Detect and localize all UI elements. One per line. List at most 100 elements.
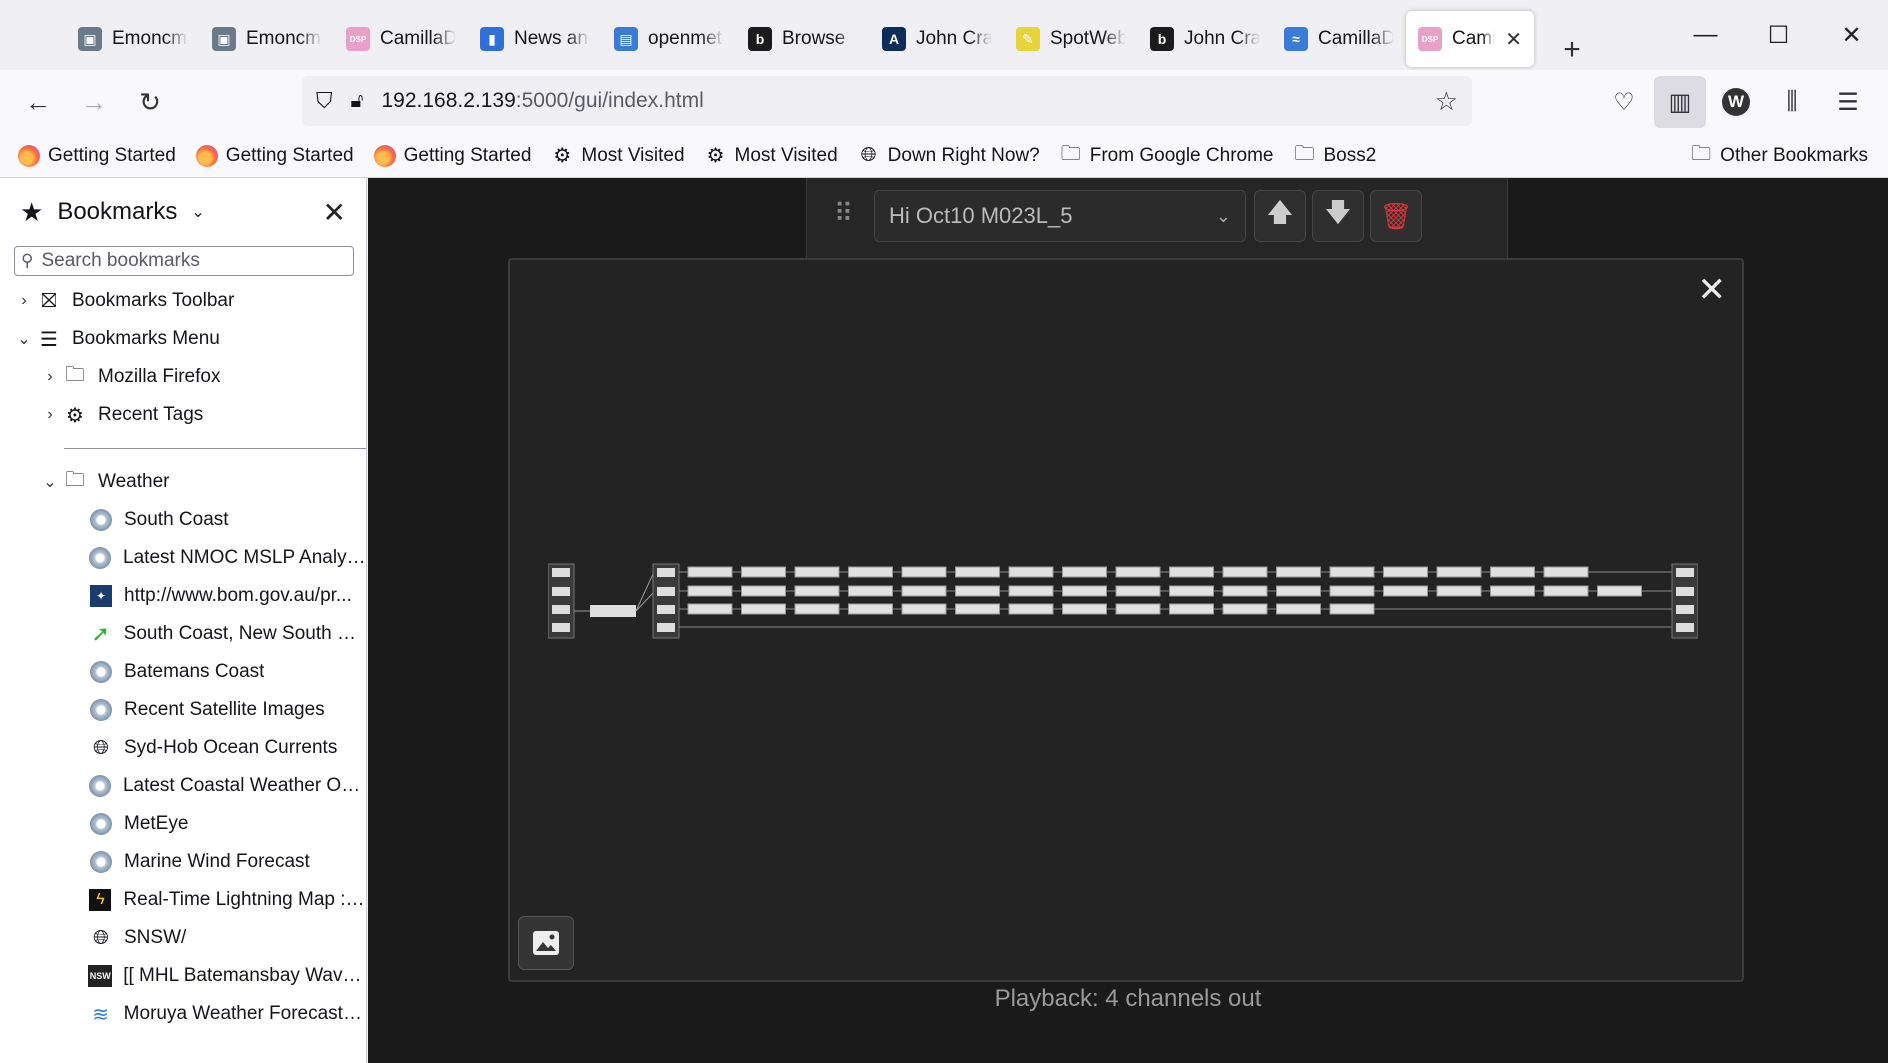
chevron-down-icon[interactable]: ⌄ <box>191 202 204 222</box>
save-image-button[interactable] <box>518 916 574 970</box>
new-tab-button[interactable]: + <box>1552 30 1592 70</box>
insecure-lock-icon[interactable]: 🔓︎ <box>351 90 364 113</box>
weather-bookmark-12[interactable]: NSW [[ MHL Batemansbay Wave ... <box>0 957 366 995</box>
bookmark-toolbar-item[interactable]: 🌐︎ Down Right Now? <box>858 144 1040 167</box>
tab-0[interactable]: ▣ Emoncms <box>66 11 200 67</box>
weather-bookmark-11[interactable]: 🌐︎ SNSW/ <box>0 919 366 957</box>
tab-favicon-icon: ▣ <box>78 27 102 51</box>
bookmark-toolbar-item[interactable]: 🗀 From Google Chrome <box>1060 143 1274 167</box>
filter-node <box>1276 566 1321 578</box>
tab-3[interactable]: ▮ News and <box>468 11 602 67</box>
weather-bookmark-6[interactable]: 🌐︎ Syd-Hob Ocean Currents <box>0 729 366 767</box>
bookmark-toolbar-item[interactable]: Getting Started <box>373 144 531 167</box>
chevron-right-icon[interactable]: › <box>38 368 62 386</box>
tab-9[interactable]: ≈ CamillaDSP <box>1272 11 1406 67</box>
bookmark-label: South Coast <box>124 509 229 530</box>
weather-bookmark-5[interactable]: Recent Satellite Images <box>0 691 366 729</box>
weather-bookmark-3[interactable]: ➚ South Coast, New South W... <box>0 615 366 653</box>
bookmark-toolbar-item[interactable]: 🗀 Boss2 <box>1293 143 1376 167</box>
close-tab-icon[interactable]: ✕ <box>1505 27 1522 52</box>
extension-w-icon[interactable]: W <box>1710 76 1762 128</box>
chevron-right-icon[interactable]: › <box>12 292 36 310</box>
tab-10[interactable]: DSP CamillaDSP ✕ <box>1406 11 1534 67</box>
weather-bookmark-9[interactable]: Marine Wind Forecast <box>0 843 366 881</box>
search-bookmarks-input[interactable]: ⚲ Search bookmarks <box>14 246 354 276</box>
page-content: ⠿ Hi Oct10 M023L_5 ⌄ 🡅 🡇 🗑︎ ✕ Playback: … <box>368 178 1888 1063</box>
tab-favicon-icon: ▣ <box>212 27 236 51</box>
tab-title: John Cra <box>1184 28 1260 49</box>
forward-button[interactable]: → <box>66 74 122 130</box>
move-up-button[interactable]: 🡅 <box>1254 190 1306 242</box>
tab-title: Browse <box>782 28 846 49</box>
filter-node <box>1436 566 1482 578</box>
bookmark-label: MetEye <box>124 813 189 834</box>
sidebar-toggle-icon[interactable]: ▥ <box>1654 76 1706 128</box>
bookmark-toolbar-item[interactable]: Getting Started <box>195 144 354 167</box>
weather-bookmark-8[interactable]: MetEye <box>0 805 366 843</box>
tree-folder-weather[interactable]: ⌄ 🗀 Weather <box>0 463 366 501</box>
tab-5[interactable]: b Browse <box>736 11 870 67</box>
playback-channel <box>1676 568 1694 577</box>
filter-node <box>901 585 947 597</box>
bookmark-toolbar-item[interactable]: Getting Started <box>18 144 176 167</box>
bom-icon <box>88 697 114 723</box>
filter-node <box>1222 566 1268 578</box>
weather-bookmark-7[interactable]: Latest Coastal Weather Obs... <box>0 767 366 805</box>
tab-1[interactable]: ▣ Emoncms <box>200 11 334 67</box>
tree-item-2[interactable]: › 🗀 Mozilla Firefox <box>0 358 366 396</box>
star-box-icon: ⛝ <box>41 289 57 312</box>
weather-bookmark-10[interactable]: ϟ Real-Time Lightning Map :: ... <box>0 881 366 919</box>
tab-4[interactable]: ▤ openmeteo <box>602 11 736 67</box>
shield-icon[interactable]: ⛉ <box>316 88 333 114</box>
bookmark-star-icon[interactable]: ☆ <box>1435 86 1458 117</box>
chevron-down-icon[interactable]: ⌄ <box>38 472 62 492</box>
menu-icon[interactable]: ☰ <box>1822 76 1874 128</box>
library-icon[interactable]: ⫼ <box>1766 76 1818 128</box>
tree-item-0[interactable]: › ⛝ Bookmarks Toolbar <box>0 282 366 320</box>
weather-bookmark-1[interactable]: Latest NMOC MSLP Analysi... <box>0 539 366 577</box>
chevron-down-icon[interactable]: ⌄ <box>12 329 36 349</box>
tree-item-3[interactable]: › ⚙ Recent Tags <box>0 396 366 434</box>
bom-crest-icon: ✦ <box>88 583 114 609</box>
other-bookmarks[interactable]: 🗀 Other Bookmarks <box>1690 142 1868 167</box>
filter-node <box>794 566 840 578</box>
weather-bookmark-0[interactable]: South Coast <box>0 501 366 539</box>
pocket-icon[interactable]: ♡ <box>1598 76 1650 128</box>
tab-8[interactable]: b John Cra <box>1138 11 1272 67</box>
drag-handle-icon[interactable]: ⠿ <box>834 198 853 229</box>
weather-bookmark-13[interactable]: ≋ Moruya Weather Forecast, ... <box>0 995 366 1033</box>
gear-icon: ⚙ <box>66 404 84 427</box>
close-dialog-icon[interactable]: ✕ <box>1698 270 1727 310</box>
minimize-icon[interactable]: — <box>1669 0 1742 70</box>
close-sidebar-icon[interactable]: ✕ <box>323 196 346 229</box>
bookmark-toolbar-item[interactable]: ⚙ Most Visited <box>551 145 684 168</box>
split-channel <box>657 568 675 577</box>
bookmark-label: Getting Started <box>48 144 176 166</box>
move-down-button[interactable]: 🡇 <box>1312 190 1364 242</box>
tab-2[interactable]: DSP CamillaDSP <box>334 11 468 67</box>
weather-bookmark-2[interactable]: ✦ http://www.bom.gov.au/pr... <box>0 577 366 615</box>
weather-bookmark-4[interactable]: Batemans Coast <box>0 653 366 691</box>
folder-icon: 🗀 <box>1691 142 1712 165</box>
chevron-right-icon[interactable]: › <box>38 406 62 424</box>
filter-node <box>955 603 1000 615</box>
image-icon <box>533 931 559 955</box>
reload-button[interactable]: ↻ <box>122 74 178 130</box>
tab-favicon-icon: ✎ <box>1016 27 1040 51</box>
window-close-icon[interactable]: ✕ <box>1815 0 1888 70</box>
bookmark-toolbar-item[interactable]: ⚙ Most Visited <box>705 145 838 168</box>
url-bar[interactable]: ⛉ 🔓︎ 192.168.2.139:5000/gui/index.html ☆ <box>302 76 1472 126</box>
maximize-icon[interactable]: ☐ <box>1742 0 1815 70</box>
tree-item-1[interactable]: ⌄ ☰ Bookmarks Menu <box>0 320 366 358</box>
filter-select[interactable]: Hi Oct10 M023L_5 ⌄ <box>874 190 1246 242</box>
filter-node <box>1169 566 1214 578</box>
toolbar-icons: ♡ ▥ W ⫼ ☰ <box>1598 70 1874 134</box>
sidebar-title[interactable]: Bookmarks <box>57 198 177 226</box>
back-button[interactable]: ← <box>10 74 66 130</box>
filter-node <box>848 566 893 578</box>
tab-6[interactable]: A John Cra <box>870 11 1004 67</box>
filter-node <box>1329 603 1375 615</box>
delete-button[interactable]: 🗑︎ <box>1370 190 1422 242</box>
bom-icon <box>88 507 114 533</box>
tab-7[interactable]: ✎ SpotWeb <box>1004 11 1138 67</box>
